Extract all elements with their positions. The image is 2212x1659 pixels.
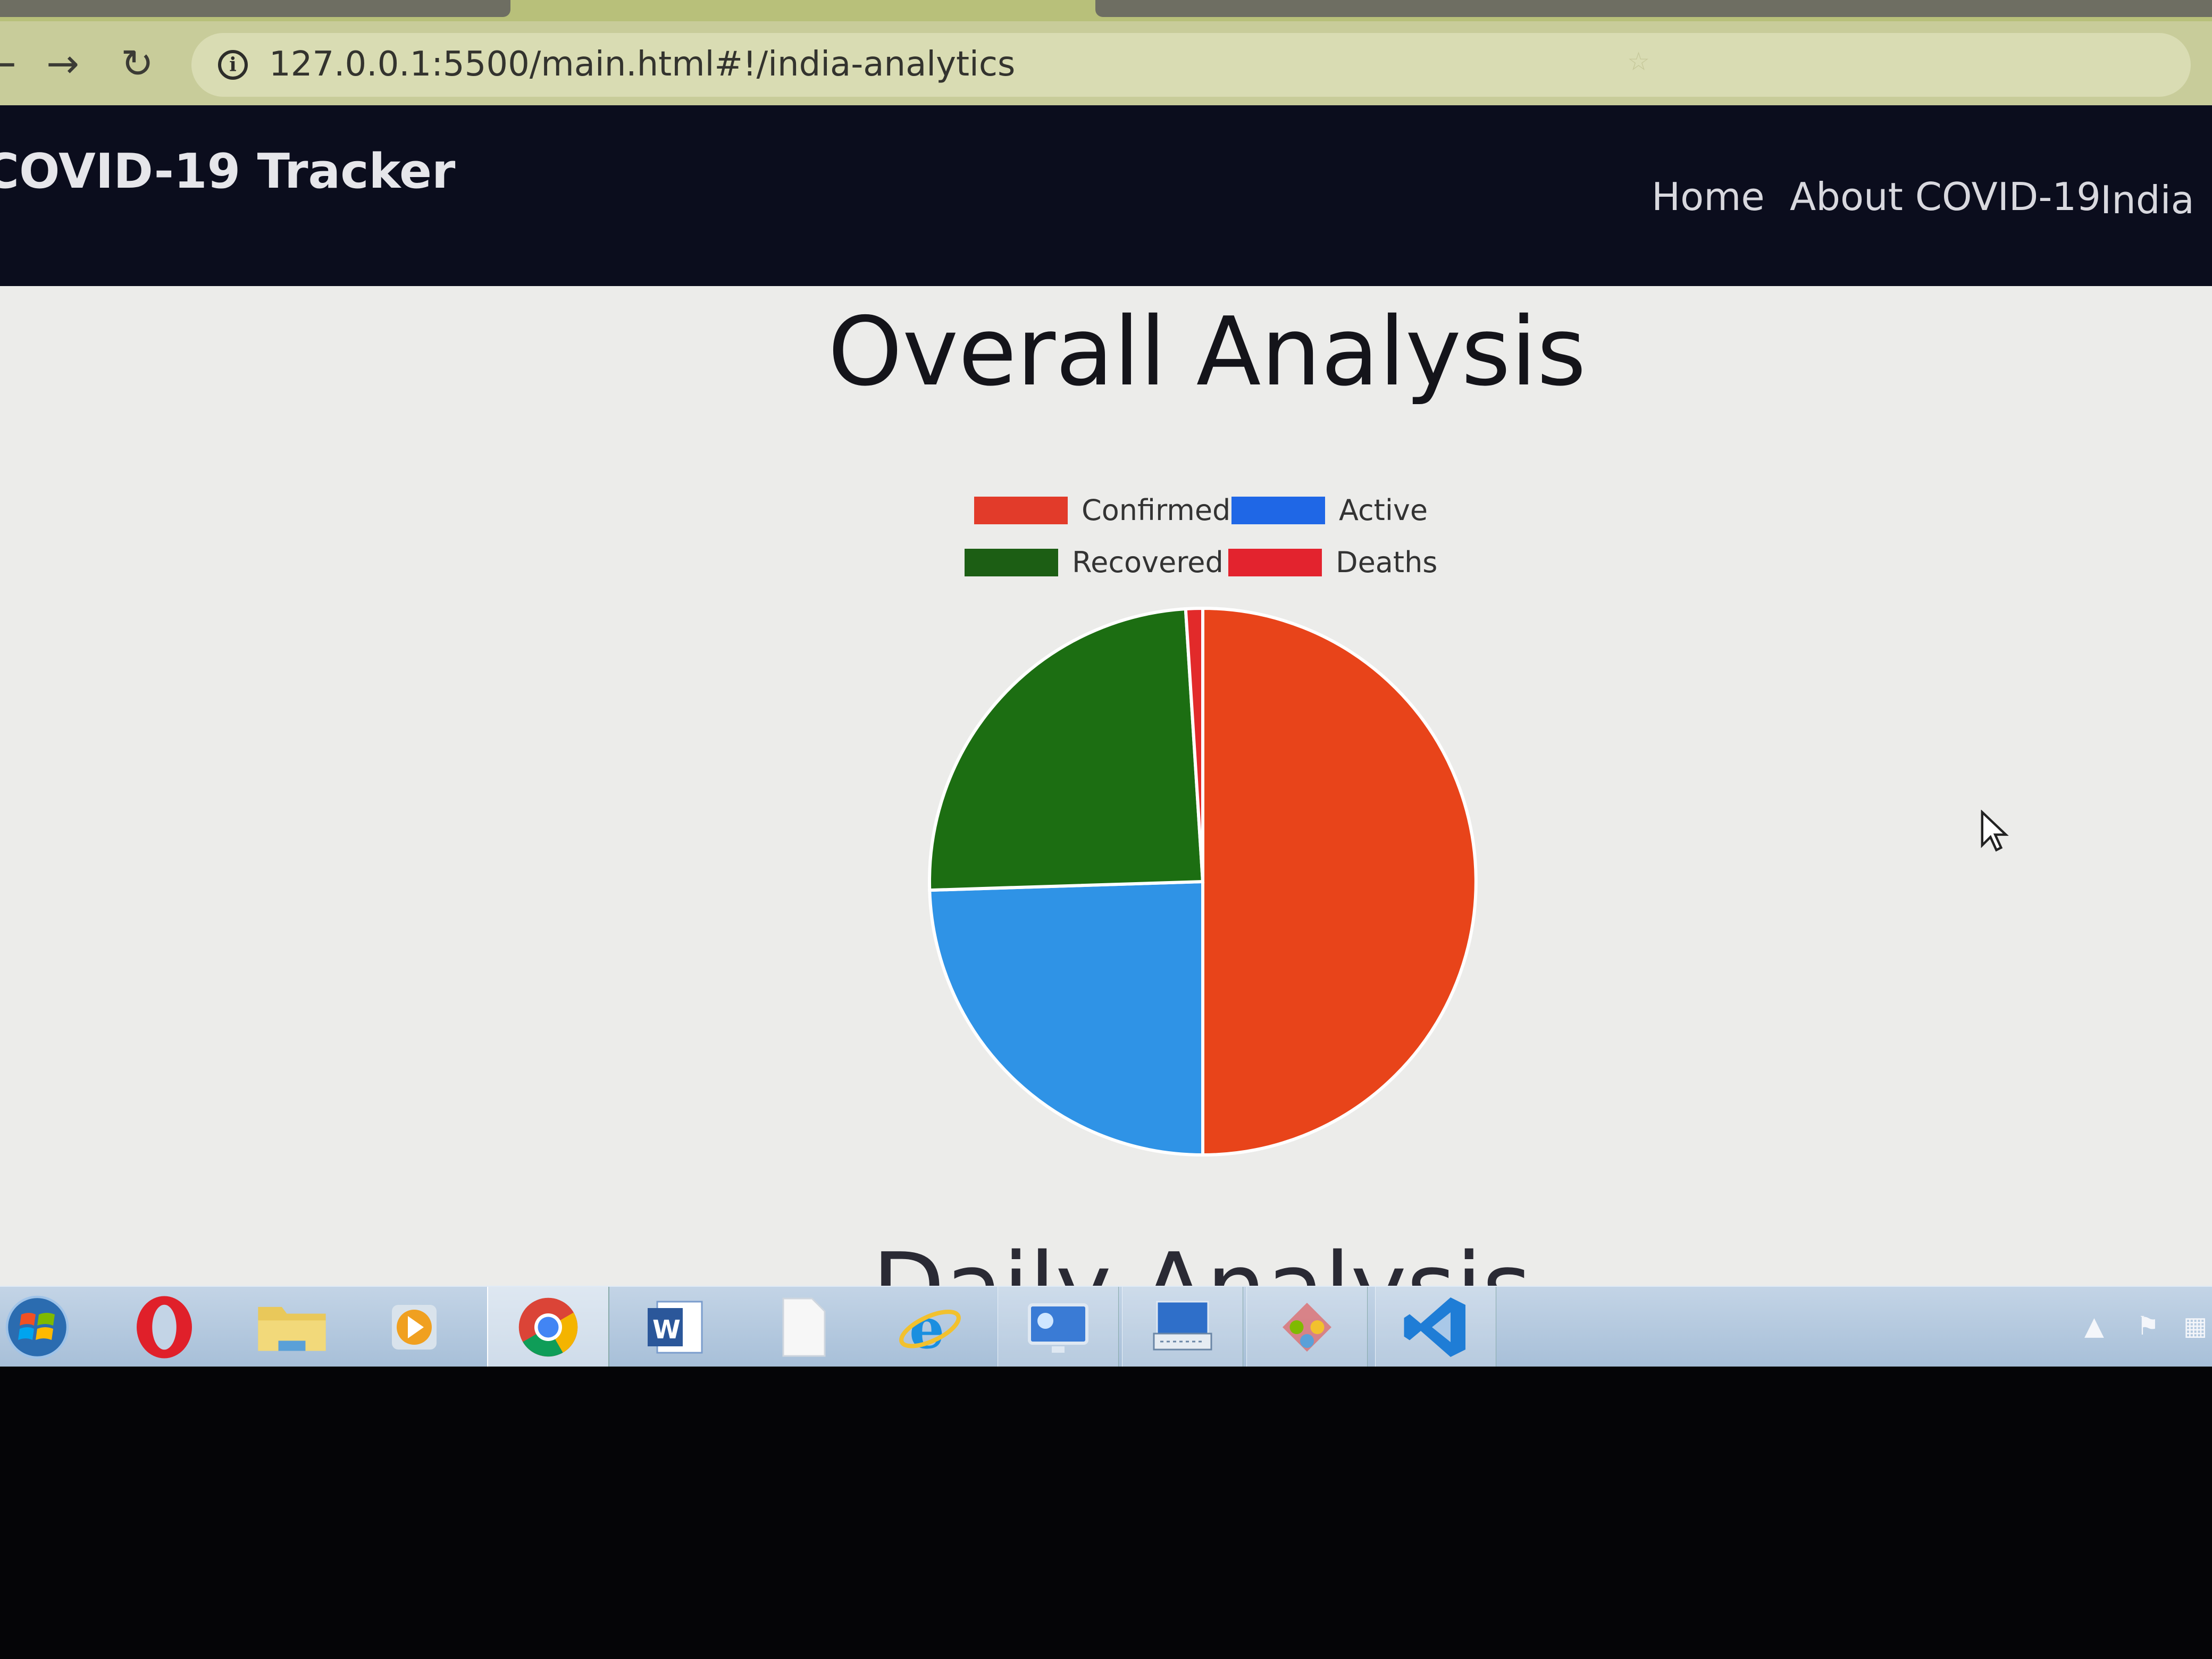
start-button[interactable] (0, 1287, 74, 1367)
windows-logo-icon (5, 1295, 69, 1359)
bookmark-star-icon[interactable]: ☆ (1627, 47, 1650, 77)
internet-explorer-button[interactable]: e (870, 1287, 990, 1367)
keyboard-icon (1153, 1301, 1212, 1351)
site-brand[interactable]: COVID-19 Tracker (0, 144, 455, 199)
network-icon[interactable]: ▦ (2183, 1311, 2207, 1341)
address-bar[interactable]: i 127.0.0.1:5500/main.html#!/india-analy… (191, 33, 2191, 97)
opera-button[interactable] (104, 1287, 224, 1367)
opera-icon (137, 1296, 192, 1359)
mouse-cursor-icon (1981, 810, 2009, 852)
browser-tab[interactable] (1095, 0, 2212, 17)
nav-link-home[interactable]: Home (1652, 174, 1765, 219)
vscode-icon (1404, 1297, 1465, 1357)
word-button[interactable]: W (615, 1287, 735, 1367)
browser-tab-strip (0, 0, 2212, 21)
chrome-icon (518, 1297, 578, 1357)
vscode-button[interactable] (1375, 1287, 1496, 1367)
internet-explorer-icon: e (899, 1296, 961, 1361)
browser-toolbar: ← → ↻ i 127.0.0.1:5500/main.html#!/india… (0, 21, 2212, 105)
pie-chart (928, 606, 1478, 1157)
site-navbar: COVID-19 Tracker Home About COVID-19 Ind… (0, 105, 2212, 286)
nav-link-india[interactable]: India (2100, 178, 2194, 222)
play-icon (392, 1305, 437, 1350)
remote-desktop-button[interactable] (998, 1287, 1119, 1367)
nav-link-about[interactable]: About COVID-19 (1790, 174, 2101, 219)
chrome-button[interactable] (487, 1287, 609, 1367)
git-icon (1283, 1303, 1331, 1352)
media-player-button[interactable] (354, 1287, 474, 1367)
action-center-flag-icon[interactable]: ⚑ (2136, 1311, 2159, 1341)
svg-text:e: e (909, 1296, 944, 1361)
show-hidden-icons-icon[interactable]: ▲ (2084, 1311, 2104, 1341)
back-arrow-icon[interactable]: ← (0, 43, 21, 85)
url-text[interactable]: 127.0.0.1:5500/main.html#!/india-analyti… (269, 46, 1015, 83)
blank-document-button[interactable] (742, 1287, 862, 1367)
reload-icon[interactable]: ↻ (116, 43, 158, 85)
word-icon: W (648, 1301, 703, 1354)
pie-slice-recovered[interactable] (928, 607, 1205, 892)
file-explorer-button[interactable] (232, 1287, 352, 1367)
git-gui-button[interactable] (1246, 1287, 1368, 1367)
forward-arrow-icon[interactable]: → (41, 43, 84, 85)
monitor-bezel (0, 1367, 2212, 1659)
folder-icon (258, 1306, 326, 1351)
pie-slice-confirmed[interactable] (1201, 606, 1478, 1157)
on-screen-keyboard-button[interactable] (1122, 1287, 1243, 1367)
monitor-screen: ← → ↻ i 127.0.0.1:5500/main.html#!/india… (0, 0, 2212, 1367)
windows-taskbar: W e ▲ ⚑ ▦ (0, 1286, 2212, 1367)
info-icon[interactable]: i (218, 50, 248, 80)
page-content: Overall Analysis Confirmed Active Recove… (0, 286, 2212, 1343)
svg-text:W: W (652, 1315, 681, 1345)
browser-tab[interactable] (0, 0, 510, 17)
pie-slice-active[interactable] (928, 879, 1204, 1157)
monitor-icon (1028, 1303, 1088, 1353)
document-icon (782, 1297, 826, 1357)
